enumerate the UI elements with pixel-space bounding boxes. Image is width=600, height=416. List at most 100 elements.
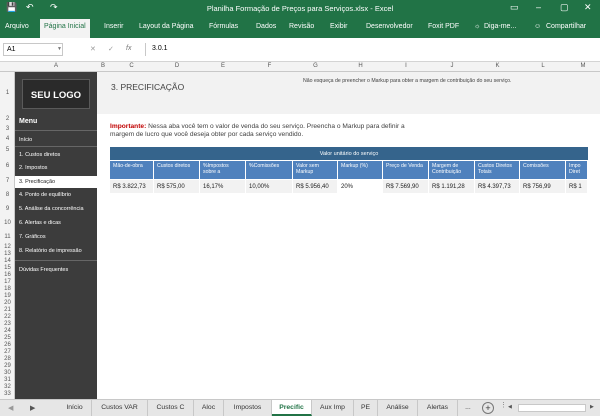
row-header[interactable]: 24 [0,328,15,335]
tab-arquivo[interactable]: Arquivo [5,23,29,30]
horizontal-scrollbar[interactable] [518,404,586,412]
row-header[interactable]: 17 [0,279,15,286]
sheet-tab-analise[interactable]: Análise [378,400,418,416]
sidebar-item-relatorio[interactable]: 8. Relatório de impressão [15,248,97,254]
share-button[interactable]: Compartilhar [546,23,586,30]
col-m[interactable]: M [566,63,600,69]
row-header[interactable]: 15 [0,265,15,272]
sidebar-item-precificacao[interactable]: 3. Precificação [15,176,97,188]
col-f[interactable]: F [246,63,293,69]
tab-revisao[interactable]: Revisão [289,23,314,30]
row-header[interactable]: 33 [0,391,15,398]
tab-pagina-inicial[interactable]: Página Inicial [40,19,90,38]
row-header[interactable]: 14 [0,258,15,265]
row-header[interactable]: 16 [0,272,15,279]
row-header[interactable]: 13 [0,251,15,258]
tab-inserir[interactable]: Inserir [104,23,123,30]
sheet-tab-custos-c[interactable]: Custos C [148,400,194,416]
row-header[interactable]: 6 [0,163,15,170]
row-header[interactable]: 30 [0,370,15,377]
row-header[interactable]: 26 [0,342,15,349]
more-sheets-button[interactable]: ... [458,400,478,416]
next-sheet-icon[interactable]: ▶ [30,404,35,412]
row-header[interactable]: 23 [0,321,15,328]
row-header[interactable]: 22 [0,314,15,321]
row-header[interactable]: 7 [0,178,15,185]
tab-desenvolvedor[interactable]: Desenvolvedor [366,23,413,30]
row-header[interactable]: 2 [0,116,15,123]
col-g[interactable]: G [293,63,338,69]
name-box-value: A1 [7,46,16,53]
sidebar-item-concorrencia[interactable]: 5. Análise da concorrência [15,206,97,212]
sheet-tab-pe[interactable]: PE [354,400,378,416]
col-l[interactable]: L [520,63,566,69]
col-h[interactable]: H [338,63,383,69]
row-header[interactable]: 29 [0,363,15,370]
row-header[interactable]: 5 [0,147,15,154]
formula-input[interactable]: 3.0.1 [145,43,595,56]
sheet-tab-alertas[interactable]: Alertas [418,400,458,416]
fx-icon[interactable]: fx [126,45,131,52]
scroll-left-icon[interactable]: ◀ [508,404,512,410]
sidebar-item-alertas[interactable]: 6. Alertas e dicas [15,220,97,226]
scroll-right-icon[interactable]: ▶ [590,404,594,410]
sidebar-item-graficos[interactable]: 7. Gráficos [15,234,97,240]
row-header[interactable]: 12 [0,244,15,251]
close-icon[interactable]: ✕ [584,2,592,13]
chevron-down-icon[interactable]: ▼ [57,46,62,52]
row-header[interactable]: 11 [0,234,15,241]
row-header[interactable]: 4 [0,136,15,143]
row-header[interactable]: 31 [0,377,15,384]
table-header-cell: Comissões [520,161,565,179]
add-sheet-icon[interactable]: + [482,402,494,414]
tab-dados[interactable]: Dados [256,23,276,30]
row-header[interactable]: 10 [0,220,15,227]
col-i[interactable]: I [383,63,429,69]
row-header[interactable]: 3 [0,126,15,133]
col-a[interactable]: A [15,63,97,69]
sheet-tab-custos-var[interactable]: Custos VAR [92,400,148,416]
col-j[interactable]: J [429,63,475,69]
col-b[interactable]: B [97,63,109,69]
cancel-icon[interactable]: ✕ [90,45,96,53]
col-e[interactable]: E [200,63,246,69]
tab-exibir[interactable]: Exibir [330,23,348,30]
row-header[interactable]: 25 [0,335,15,342]
enter-icon[interactable]: ✓ [108,45,114,53]
row-header[interactable]: 18 [0,286,15,293]
sidebar-item-custos-diretos[interactable]: 1. Custos diretos [15,152,97,158]
markup-input-cell[interactable]: 20% [338,180,382,193]
row-header[interactable]: 1 [0,90,15,97]
row-header[interactable]: 27 [0,349,15,356]
sidebar-item-duvidas[interactable]: Dúvidas Frequentes [15,267,97,273]
row-header[interactable]: 9 [0,206,15,213]
tab-layout[interactable]: Layout da Página [139,23,194,30]
col-d[interactable]: D [154,63,200,69]
col-k[interactable]: K [475,63,520,69]
sheet-tab-aloc[interactable]: Aloc [194,400,224,416]
sidebar-item-impostos[interactable]: 2. Impostos [15,165,97,171]
sidebar-item-ponto-equilibrio[interactable]: 4. Ponto de equilíbrio [15,192,97,198]
maximize-icon[interactable]: ▢ [560,2,569,13]
sheet-tab-impostos[interactable]: Impostos [224,400,272,416]
tab-formulas[interactable]: Fórmulas [209,23,238,30]
row-header[interactable]: 21 [0,307,15,314]
col-c[interactable]: C [109,63,154,69]
name-box[interactable]: A1 [3,43,63,56]
minimize-icon[interactable]: – [536,2,541,12]
sheet-tab-aux-imp[interactable]: Aux Imp [312,400,354,416]
tell-me-search[interactable]: Diga-me... [484,23,516,30]
ribbon-display-icon[interactable]: ▭ [510,2,519,13]
sheet-tab-inicio[interactable]: Início [58,400,92,416]
prev-sheet-icon[interactable]: ◀ [8,404,13,412]
table-header-cell: Impo Diret [566,161,587,179]
sidebar-item-inicio[interactable]: Início [15,137,97,143]
row-header[interactable]: 8 [0,192,15,199]
row-header[interactable]: 28 [0,356,15,363]
row-header[interactable]: 32 [0,384,15,391]
row-header[interactable]: 20 [0,300,15,307]
sheet-tab-precific[interactable]: Precific [272,400,312,416]
tab-foxit[interactable]: Foxit PDF [428,23,459,30]
table-header-cell: Valor sem Markup [293,161,337,179]
row-header[interactable]: 19 [0,293,15,300]
